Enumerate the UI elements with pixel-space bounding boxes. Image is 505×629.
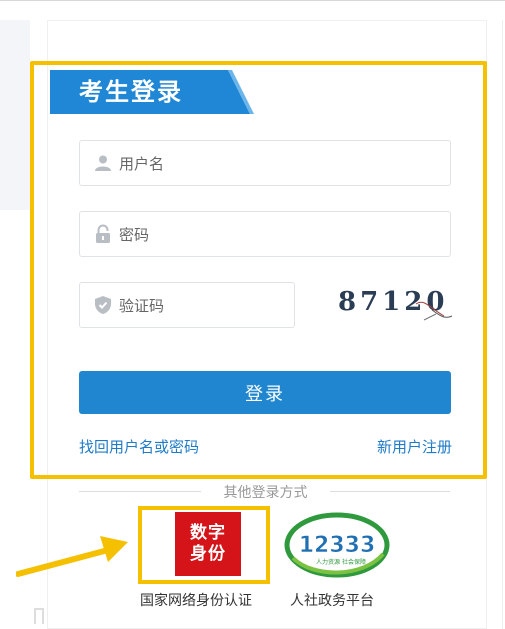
password-input[interactable]: 密码 [79, 211, 451, 257]
digital-id-logo-line1: 数字 [190, 523, 226, 543]
arrow-icon [16, 536, 128, 577]
password-placeholder: 密码 [119, 225, 150, 244]
user-icon [92, 154, 114, 172]
login-highlight-box [30, 61, 487, 479]
corner-fragment [34, 608, 44, 624]
captcha-text: 87120 [338, 287, 448, 317]
digital-id-caption: 国家网络身份认证 [140, 593, 252, 609]
shield-icon [92, 295, 114, 315]
register-link[interactable]: 新用户注册 [377, 436, 452, 457]
username-placeholder: 用户名 [119, 154, 165, 173]
top-border [0, 0, 505, 1]
username-input[interactable]: 用户名 [79, 140, 451, 186]
hrss-logo-number: 12333 [299, 533, 376, 558]
login-button[interactable]: 登录 [79, 371, 451, 414]
hrss-caption: 人社政务平台 [290, 593, 374, 609]
background-panel [0, 20, 30, 210]
divider-left [79, 491, 201, 492]
login-page: 考生登录 用户名 密码 验证码 87120 登录 找回用户名或密码 新用户注册 … [0, 0, 505, 629]
captcha-input[interactable]: 验证码 [79, 282, 295, 328]
login-title: 考生登录 [79, 78, 183, 106]
lock-icon [92, 224, 114, 244]
captcha-placeholder: 验证码 [119, 296, 165, 315]
hrss-logo-sub: 人力资源 社会保障 [316, 558, 366, 566]
forgot-credentials-link[interactable]: 找回用户名或密码 [79, 436, 199, 457]
right-edge [502, 20, 503, 629]
divider-right [330, 491, 450, 492]
digital-id-login-button[interactable]: 数字 身份 [175, 512, 241, 576]
hrss-login-button[interactable]: 12333 人力资源 社会保障 [283, 510, 391, 580]
other-login-label: 其他登录方式 [223, 485, 308, 501]
digital-id-logo-line2: 身份 [190, 544, 226, 564]
captcha-image[interactable]: 87120 [332, 280, 456, 326]
